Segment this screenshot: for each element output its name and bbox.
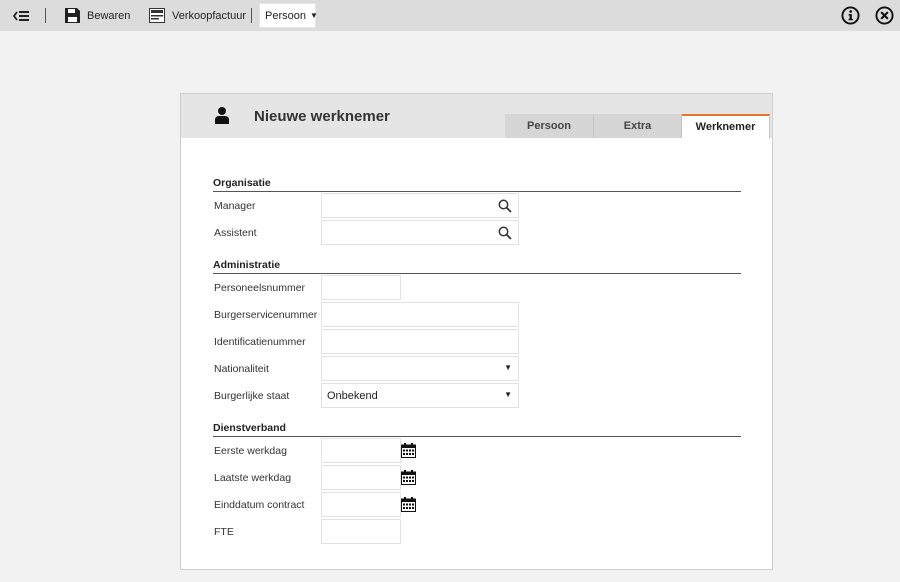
einddatum-contract-field[interactable]	[321, 492, 401, 517]
assistent-field[interactable]	[321, 220, 519, 245]
calendar-icon[interactable]	[401, 443, 416, 458]
manager-label: Manager	[214, 200, 256, 212]
nationaliteit-label: Nationaliteit	[214, 363, 269, 375]
view-select-value: Persoon	[265, 9, 306, 22]
burgerservicenummer-label: Burgerservicenummer	[214, 309, 318, 321]
personeelsnummer-label: Personeelsnummer	[214, 282, 306, 294]
identificatienummer-field[interactable]	[321, 329, 519, 354]
einddatum-contract-label: Einddatum contract	[214, 499, 305, 511]
calendar-icon[interactable]	[401, 470, 416, 485]
section-organisatie: Organisatie	[213, 177, 741, 192]
calendar-icon[interactable]	[401, 497, 416, 512]
section-administratie: Administratie	[213, 259, 741, 274]
identificatienummer-label: Identificatienummer	[214, 336, 306, 348]
floppy-disk-icon	[65, 8, 80, 23]
toolbar-divider	[45, 8, 46, 23]
personeelsnummer-field[interactable]	[321, 275, 401, 300]
fte-field[interactable]	[321, 519, 401, 544]
section-dienstverband: Dienstverband	[213, 422, 741, 437]
panel-header: Nieuwe werknemer Persoon Extra Werknemer	[181, 94, 772, 138]
manager-field[interactable]	[321, 193, 519, 218]
person-icon	[215, 107, 229, 124]
search-icon[interactable]	[498, 199, 512, 213]
sales-invoice-button[interactable]: Verkoopfactuur	[149, 0, 246, 31]
page-title: Nieuwe werknemer	[254, 108, 390, 125]
search-icon[interactable]	[498, 226, 512, 240]
save-label: Bewaren	[87, 9, 131, 22]
chevron-down-icon: ▼	[309, 11, 318, 20]
burgerlijke-staat-label: Burgerlijke staat	[214, 390, 290, 402]
sales-invoice-label: Verkoopfactuur	[172, 9, 246, 22]
view-select[interactable]: Persoon ▼	[259, 3, 318, 28]
nationaliteit-select[interactable]: ▼	[321, 356, 519, 381]
eerste-werkdag-field[interactable]	[321, 438, 401, 463]
tab-werknemer[interactable]: Werknemer	[682, 114, 770, 138]
invoice-icon	[149, 8, 165, 23]
chevron-down-icon: ▼	[504, 390, 512, 399]
info-icon[interactable]	[841, 6, 860, 25]
fte-label: FTE	[214, 526, 234, 538]
laatste-werkdag-label: Laatste werkdag	[214, 472, 292, 484]
assistent-label: Assistent	[214, 227, 257, 239]
laatste-werkdag-field[interactable]	[321, 465, 401, 490]
toolbar: Bewaren Verkoopfactuur Persoon ▼	[0, 0, 900, 31]
toolbar-divider	[251, 8, 252, 23]
employee-form-panel: Nieuwe werknemer Persoon Extra Werknemer…	[180, 93, 773, 570]
save-button[interactable]: Bewaren	[65, 0, 130, 31]
close-icon[interactable]	[875, 6, 894, 25]
tab-extra[interactable]: Extra	[594, 114, 682, 138]
chevron-down-icon: ▼	[504, 363, 512, 372]
collapse-menu-button[interactable]	[13, 0, 29, 31]
collapse-menu-icon	[13, 10, 29, 21]
burgerlijke-staat-value: Onbekend	[327, 389, 378, 402]
tab-persoon[interactable]: Persoon	[505, 114, 594, 138]
burgerlijke-staat-select[interactable]: Onbekend ▼	[321, 383, 519, 408]
eerste-werkdag-label: Eerste werkdag	[214, 445, 287, 457]
burgerservicenummer-field[interactable]	[321, 302, 519, 327]
tab-bar: Persoon Extra Werknemer	[505, 114, 770, 138]
